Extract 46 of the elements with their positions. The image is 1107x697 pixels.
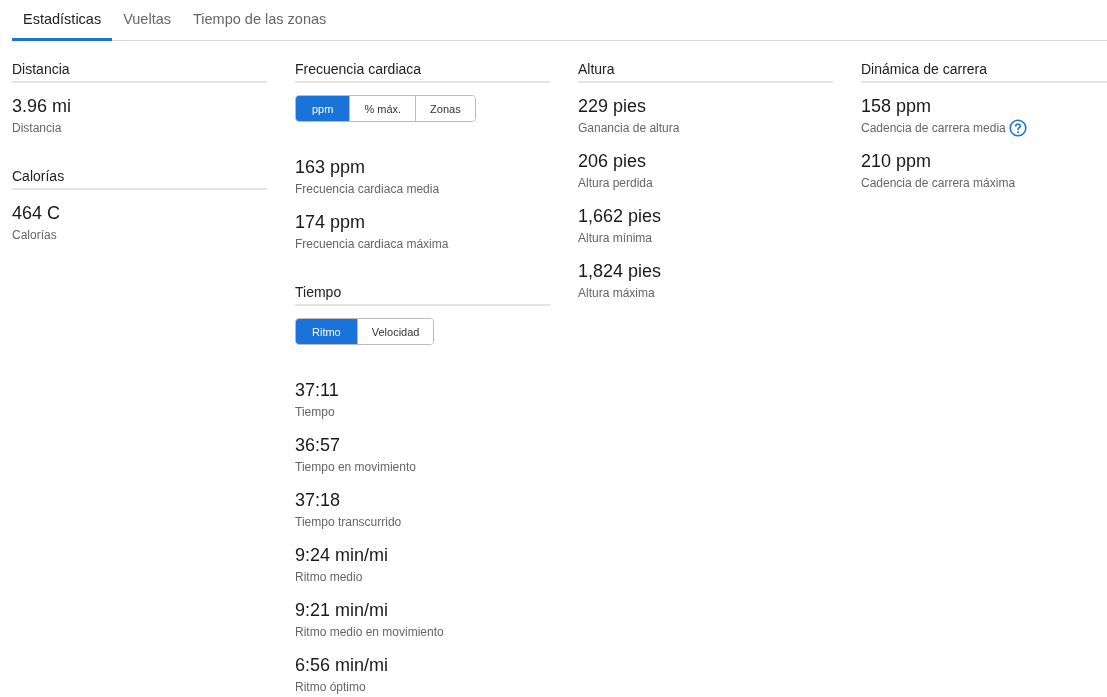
stat-value: 6:56 min/mi [295,654,390,677]
tab[interactable]: Vueltas [112,0,182,41]
stat-label: Ritmo óptimo [295,680,366,694]
stat-value: 9:24 min/mi [295,544,390,567]
section-heading: Dinámica de carrera [861,61,1107,83]
toggle-option[interactable]: Ritmo [296,319,357,344]
stat-label: Ritmo medio en movimiento [295,625,444,639]
stat-label: Frecuencia cardiaca máxima [295,237,449,251]
stat-value: 1,824 pies [578,260,663,283]
stat-value: 464 C [12,202,62,225]
section-heading: Distancia [12,61,267,83]
stat-label: Altura perdida [578,176,653,190]
stat-value: 206 pies [578,150,648,173]
toggle-option[interactable]: Velocidad [356,319,434,344]
stat-value: 174 ppm [295,211,367,234]
stat-label: Frecuencia cardiaca media [295,182,440,196]
stat-label: Cadencia de carrera máxima [861,176,1016,190]
stat-label: Ganancia de altura [578,121,680,135]
stat-label: Ritmo medio [295,570,363,584]
section-heading: Tiempo [295,284,550,306]
stat-value: 37:18 [295,489,342,512]
stat-label: Calorías [12,228,57,242]
section-heading: Frecuencia cardiaca [295,61,550,83]
stat-value: 1,662 pies [578,205,663,228]
stat-value: 9:21 min/mi [295,599,390,622]
tab[interactable]: Tiempo de las zonas [182,0,338,41]
stat-value: 36:57 [295,434,342,457]
section-heading: Calorías [12,168,267,190]
stat-label: Cadencia de carrera media [861,121,1006,135]
stat-label: Tiempo en movimiento [295,460,416,474]
section-heading: Altura [578,61,833,83]
help-icon[interactable] [1008,119,1027,137]
stat-value: 229 pies [578,95,648,118]
stat-value: 210 ppm [861,150,933,173]
stat-value: 158 ppm [861,95,933,118]
toggle-option[interactable]: Zonas [415,96,475,121]
stat-label: Altura máxima [578,286,655,300]
stat-value: 163 ppm [295,156,367,179]
stat-value: 3.96 mi [12,95,73,118]
stat-label: Tiempo transcurrido [295,515,402,529]
stat-label: Altura mínima [578,231,653,245]
stat-label: Distancia [12,121,62,135]
stat-value: 37:11 [295,379,340,402]
tab[interactable]: Estadísticas [12,0,113,41]
stat-label: Tiempo [295,405,335,419]
toggle-option[interactable]: ppm [296,96,350,121]
